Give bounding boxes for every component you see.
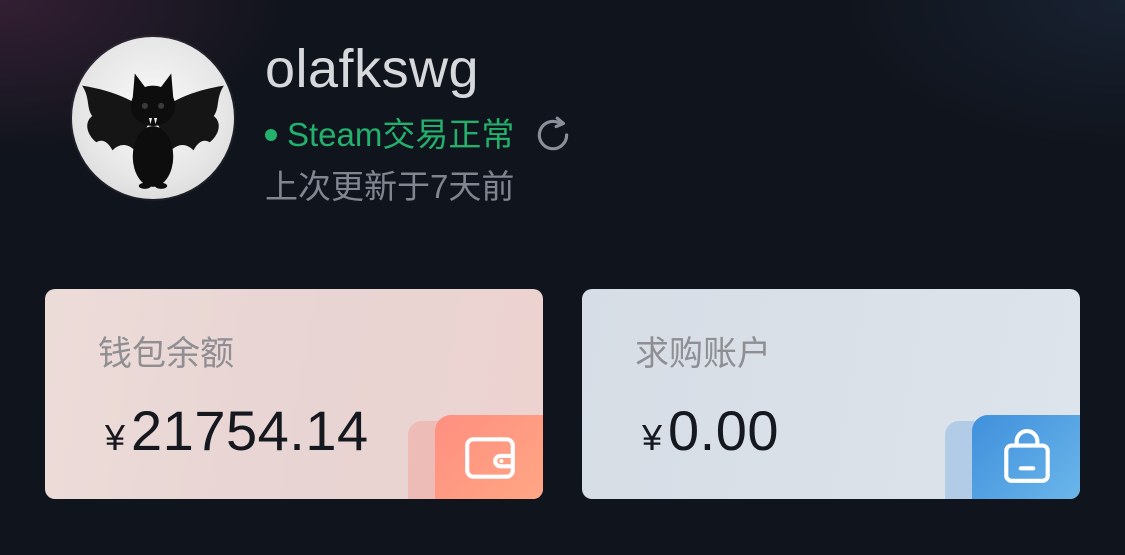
- username: olafkswg: [265, 39, 480, 99]
- wallet-icon: [465, 437, 515, 479]
- status-dot-icon: [265, 129, 277, 141]
- currency-symbol: ¥: [105, 417, 126, 458]
- wallet-icon-tile: [435, 415, 543, 499]
- purchase-account-amount: ¥ 0.00: [642, 401, 779, 461]
- shopping-bag-icon-tile: [972, 415, 1080, 499]
- purchase-account-label: 求购账户: [635, 335, 771, 373]
- currency-symbol: ¥: [642, 417, 663, 458]
- trade-status: Steam交易正常: [265, 112, 574, 158]
- wallet-balance-value: 21754.14: [131, 399, 369, 462]
- last-updated-text: 上次更新于7天前: [265, 168, 515, 205]
- purchase-account-card[interactable]: 求购账户 ¥ 0.00: [582, 289, 1080, 499]
- purchase-account-value: 0.00: [668, 399, 780, 462]
- wallet-balance-label: 钱包余额: [98, 335, 234, 373]
- refresh-icon[interactable]: [532, 114, 574, 156]
- wallet-balance-amount: ¥ 21754.14: [105, 401, 369, 461]
- shopping-bag-icon: [1004, 429, 1050, 483]
- trade-status-label: Steam交易正常: [287, 116, 515, 153]
- black-bat-kitten-avatar-icon: [82, 73, 224, 189]
- wallet-balance-card[interactable]: 钱包余额 ¥ 21754.14: [45, 289, 543, 499]
- user-avatar[interactable]: [72, 37, 234, 199]
